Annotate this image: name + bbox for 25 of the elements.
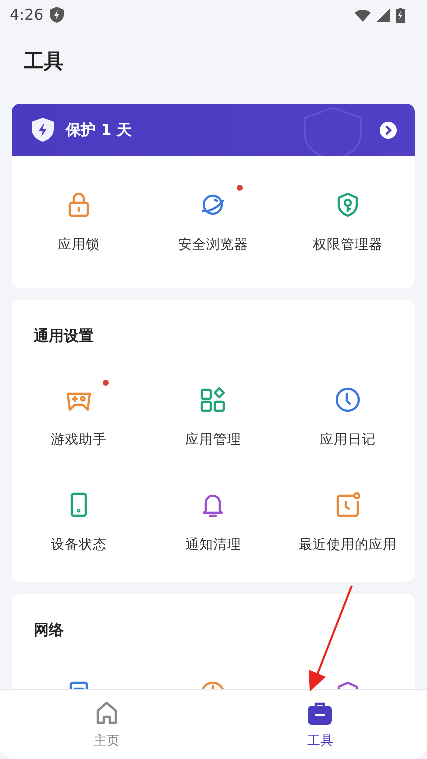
status-time: 4:26 (10, 6, 44, 24)
tool-item[interactable]: 安全浏览器 (146, 183, 281, 255)
tool-item[interactable]: 权限管理器 (280, 183, 415, 255)
tool-item[interactable]: 通知清理 (146, 483, 281, 555)
protection-status: 保护 1 天 (66, 120, 132, 140)
apps-grid-icon (199, 386, 228, 414)
tool-item[interactable]: 最近使用的应用 (280, 483, 415, 555)
shield-icon (50, 7, 64, 23)
tool-item[interactable]: 应用锁 (12, 183, 146, 255)
wifi-icon (355, 8, 371, 22)
battery-icon (396, 8, 405, 22)
chevron-right-icon (380, 122, 397, 138)
protection-banner[interactable]: 保护 1 天 (12, 104, 415, 156)
section-title: 通用设置 (33, 326, 95, 347)
tool-item[interactable]: 游戏助手 (12, 378, 146, 450)
tool-item[interactable]: 设备状态 (12, 483, 146, 555)
clock-icon (334, 386, 362, 414)
nav-tab[interactable]: 主页 (0, 690, 214, 759)
nav-tab[interactable]: 工具 (214, 690, 427, 759)
signal-icon (377, 8, 390, 22)
shield-bolt-icon (32, 118, 54, 142)
section-title: 网络 (33, 620, 65, 641)
tool-item[interactable]: 应用日记 (280, 378, 415, 450)
tool-item[interactable]: 应用管理 (146, 378, 281, 450)
page-title: 工具 (23, 48, 65, 75)
